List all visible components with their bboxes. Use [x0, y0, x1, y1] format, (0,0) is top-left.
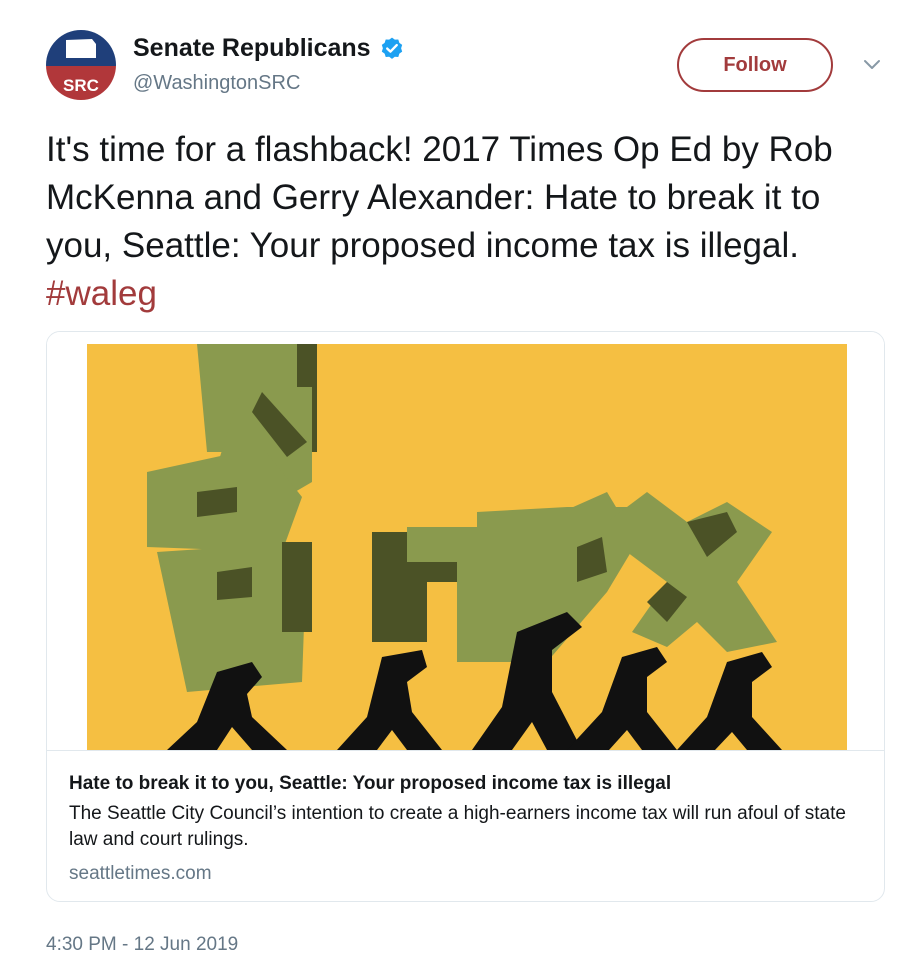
author-handle[interactable]: @WashingtonSRC: [133, 72, 300, 95]
avatar[interactable]: SRC: [46, 30, 116, 100]
author-display-name[interactable]: Senate Republicans: [133, 34, 371, 63]
verified-badge-icon: [379, 36, 405, 62]
card-domain[interactable]: seattletimes.com: [69, 861, 862, 887]
card-title[interactable]: Hate to break it to you, Seattle: Your p…: [69, 771, 862, 797]
tweet-body: It's time for a flashback! 2017 Times Op…: [46, 130, 833, 265]
hashtag-link[interactable]: #waleg: [46, 274, 157, 313]
chevron-down-icon[interactable]: [862, 58, 882, 72]
tweet-timestamp[interactable]: 4:30 PM - 12 Jun 2019: [46, 934, 238, 956]
avatar-logo-text: SRC: [63, 76, 99, 95]
tweet-text: It's time for a flashback! 2017 Times Op…: [46, 126, 886, 318]
card-description: The Seattle City Council’s intention to …: [69, 803, 846, 850]
card-image: [47, 332, 884, 750]
link-preview-card[interactable]: Hate to break it to you, Seattle: Your p…: [46, 331, 885, 902]
follow-button[interactable]: Follow: [677, 38, 833, 92]
